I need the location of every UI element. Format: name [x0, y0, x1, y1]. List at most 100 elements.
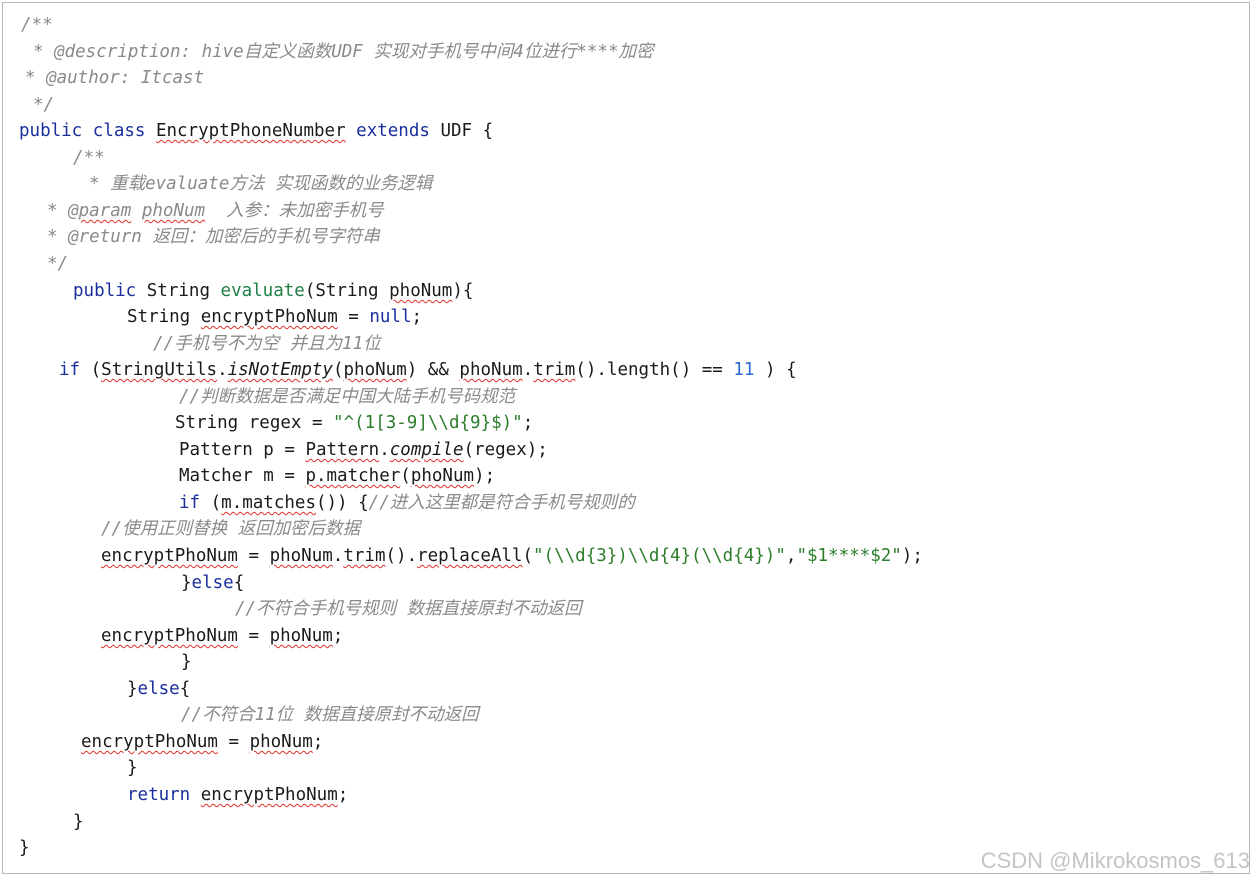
- code-token: {: [233, 573, 245, 593]
- code-line: }else{: [181, 571, 244, 595]
- code-token: }: [127, 679, 138, 699]
- code-token: phoNum: [249, 732, 313, 752]
- code-token: StringUtils: [101, 360, 218, 380]
- code-token: encryptPhoNum: [101, 546, 238, 566]
- code-line: */: [47, 252, 68, 276]
- code-token: phoNum: [410, 466, 475, 486]
- code-line: public class EncryptPhoneNumber extends …: [19, 119, 493, 143]
- code-token: ;: [337, 785, 349, 805]
- code-token: extends: [345, 121, 441, 141]
- code-token: (: [400, 466, 411, 486]
- code-token: .: [379, 440, 390, 460]
- code-token: ) &&: [406, 360, 460, 380]
- code-token: 11: [733, 360, 755, 380]
- code-token: trim: [533, 360, 576, 380]
- code-token: compile: [389, 440, 464, 460]
- code-token: * 重载evaluate方法 实现函数的业务逻辑: [89, 174, 433, 194]
- code-line: if (m.matches()) {//进入这里都是符合手机号规则的: [179, 491, 635, 515]
- code-token: {: [179, 679, 191, 699]
- code-line: encryptPhoNum = phoNum.trim().replaceAll…: [101, 544, 923, 568]
- code-token: //不符合11位 数据直接原封不动返回: [181, 705, 479, 725]
- code-token: else: [191, 573, 234, 593]
- code-token: encryptPhoNum: [101, 626, 238, 646]
- code-token: phoNum: [459, 360, 523, 380]
- code-token: (String: [304, 281, 390, 301]
- code-line: String regex = "^(1[3-9]\\d{9}$)";: [175, 411, 533, 435]
- code-token: 入参：未加密手机号: [205, 201, 384, 221]
- code-token: EncryptPhoneNumber: [155, 121, 346, 141]
- code-line: public String evaluate(String phoNum){: [73, 279, 473, 303]
- code-token: */: [33, 95, 55, 115]
- watermark: CSDN @Mikrokosmos_613: [980, 848, 1250, 873]
- code-line: //不符合手机号规则 数据直接原封不动返回: [235, 597, 582, 621]
- code-token: * @description: hive自定义函数UDF 实现对手机号中间4位进…: [33, 42, 654, 62]
- code-editor[interactable]: /** * @description: hive自定义函数UDF 实现对手机号中间…: [3, 3, 1249, 873]
- code-token: =: [337, 307, 370, 327]
- code-token: phoNum: [389, 281, 453, 301]
- code-token: ) {: [754, 360, 797, 380]
- code-token: if: [59, 360, 81, 380]
- code-token: encryptPhoNum: [200, 785, 338, 805]
- code-line: * @return 返回：加密后的手机号字符串: [47, 225, 380, 249]
- code-token: (regex);: [463, 440, 548, 460]
- code-token: }: [181, 573, 192, 593]
- code-line: if (StringUtils.isNotEmpty(phoNum) && ph…: [59, 358, 797, 382]
- code-token: =: [237, 546, 270, 566]
- code-token: .: [522, 360, 534, 380]
- code-line: }: [181, 650, 192, 674]
- code-token: phoNum: [141, 201, 206, 221]
- code-token: param: [78, 201, 132, 221]
- code-token: //手机号不为空 并且为11位: [153, 334, 381, 354]
- code-token: ().length() ==: [575, 360, 734, 380]
- code-token: //判断数据是否满足中国大陆手机号码规范: [179, 387, 516, 407]
- code-token: ().: [385, 546, 418, 566]
- code-token: ;: [332, 626, 344, 646]
- code-token: }: [127, 758, 138, 778]
- code-token: //进入这里都是符合手机号规则的: [368, 493, 635, 513]
- code-token: }: [73, 812, 84, 832]
- code-token: );: [901, 546, 923, 566]
- code-token: //使用正则替换 返回加密后数据: [101, 519, 361, 539]
- code-line: }: [73, 810, 84, 834]
- code-token: public: [73, 281, 147, 301]
- code-token: //不符合手机号规则 数据直接原封不动返回: [235, 599, 582, 619]
- code-token: isNotEmpty: [227, 360, 333, 380]
- code-token: =: [237, 626, 270, 646]
- code-token: encryptPhoNum: [81, 732, 218, 752]
- code-line: }: [127, 756, 138, 780]
- code-line: }else{: [127, 677, 190, 701]
- code-token: phoNum: [269, 626, 333, 646]
- code-line: //不符合11位 数据直接原封不动返回: [181, 703, 479, 727]
- code-token: UDF {: [440, 121, 494, 141]
- code-token: null: [369, 307, 412, 327]
- code-line: /**: [73, 146, 105, 170]
- code-token: ;: [522, 413, 534, 433]
- code-token: * @: [47, 201, 79, 221]
- code-token: "(\\d{3})\\d{4}(\\d{4})": [533, 546, 786, 566]
- code-token: if: [179, 493, 201, 513]
- code-token: ()) {: [315, 493, 369, 513]
- code-line: //使用正则替换 返回加密后数据: [101, 517, 360, 541]
- code-token: /**: [73, 148, 105, 168]
- code-line: * @author: Itcast: [25, 66, 204, 90]
- code-line: encryptPhoNum = phoNum;: [81, 730, 323, 754]
- code-token: (: [200, 493, 222, 513]
- code-token: /**: [21, 15, 53, 35]
- code-token: }: [181, 652, 192, 672]
- code-token: );: [474, 466, 496, 486]
- code-token: "^(1[3-9]\\d{9}$)": [333, 413, 523, 433]
- code-line: Matcher m = p.matcher(phoNum);: [179, 464, 495, 488]
- code-line: String encryptPhoNum = null;: [127, 305, 422, 329]
- code-line: * @param phoNum 入参：未加密手机号: [47, 199, 384, 223]
- code-token: ;: [411, 307, 423, 327]
- code-token: return: [127, 785, 201, 805]
- code-token: p.matcher: [305, 466, 401, 486]
- code-token: public class: [19, 121, 156, 141]
- code-token: "$1****$2": [796, 546, 902, 566]
- code-token: (: [332, 360, 344, 380]
- code-token: else: [137, 679, 180, 699]
- code-token: trim: [343, 546, 386, 566]
- code-token: m.matches: [221, 493, 316, 513]
- code-line: * 重载evaluate方法 实现函数的业务逻辑: [89, 172, 432, 196]
- code-token: String: [127, 307, 201, 327]
